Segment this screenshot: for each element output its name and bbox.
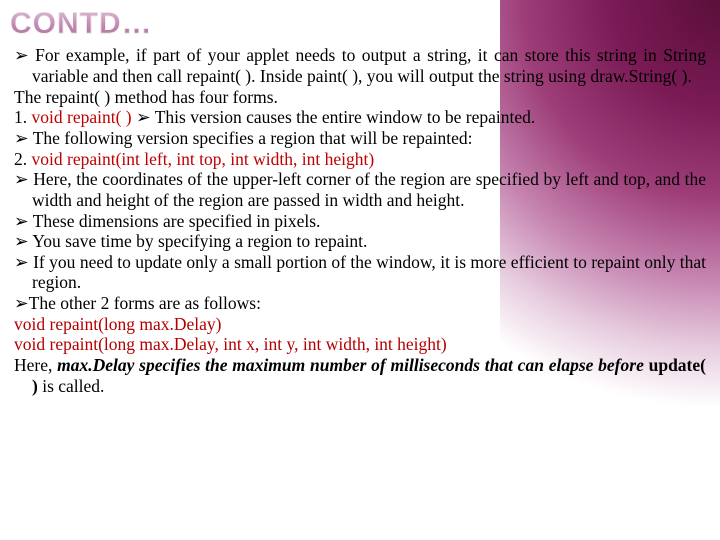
code-repaint-delay-region: void repaint(long max.Delay, int x, int … [10,334,706,355]
text: If you need to update only a small porti… [32,252,706,293]
para-form2: 2. void repaint(int left, int top, int w… [10,149,706,170]
para-other-forms: ➢The other 2 forms are as follows: [10,293,706,314]
code-repaint-delay: void repaint(long max.Delay) [10,314,706,335]
code-repaint-void: void repaint( ) [32,107,132,127]
text: For example, if part of your applet need… [32,45,706,86]
para-form1: 1. void repaint( ) ➢ This version causes… [10,107,706,128]
bullet-icon: ➢ [14,169,33,189]
para-coordinates: ➢ Here, the coordinates of the upper-lef… [10,169,706,210]
list-num: 1. [14,107,27,127]
italic-text: max.Delay specifies the maximum number o… [57,355,648,375]
para-example: ➢ For example, if part of your applet ne… [10,45,706,86]
text: ➢ This version causes the entire window … [132,107,536,127]
para-save-time: ➢ You save time by specifying a region t… [10,231,706,252]
para-pixels: ➢ These dimensions are specified in pixe… [10,211,706,232]
slide-title: CONTD… [10,6,706,41]
bullet-icon: ➢ [14,45,35,65]
slide-body: ➢ For example, if part of your applet ne… [10,45,706,396]
para-maxdelay: Here, max.Delay specifies the maximum nu… [10,355,706,396]
para-four-forms: The repaint( ) method has four forms. [10,87,706,108]
bullet-icon: ➢ [14,252,33,272]
text: Here, [14,355,57,375]
slide: CONTD… ➢ For example, if part of your ap… [0,0,720,396]
text: Here, the coordinates of the upper-left … [32,169,706,210]
para-following-version: ➢ The following version specifies a regi… [10,128,706,149]
list-num: 2. [14,149,27,169]
code-repaint-region: void repaint(int left, int top, int widt… [32,149,375,169]
text: is called. [38,376,105,396]
para-efficient: ➢ If you need to update only a small por… [10,252,706,293]
